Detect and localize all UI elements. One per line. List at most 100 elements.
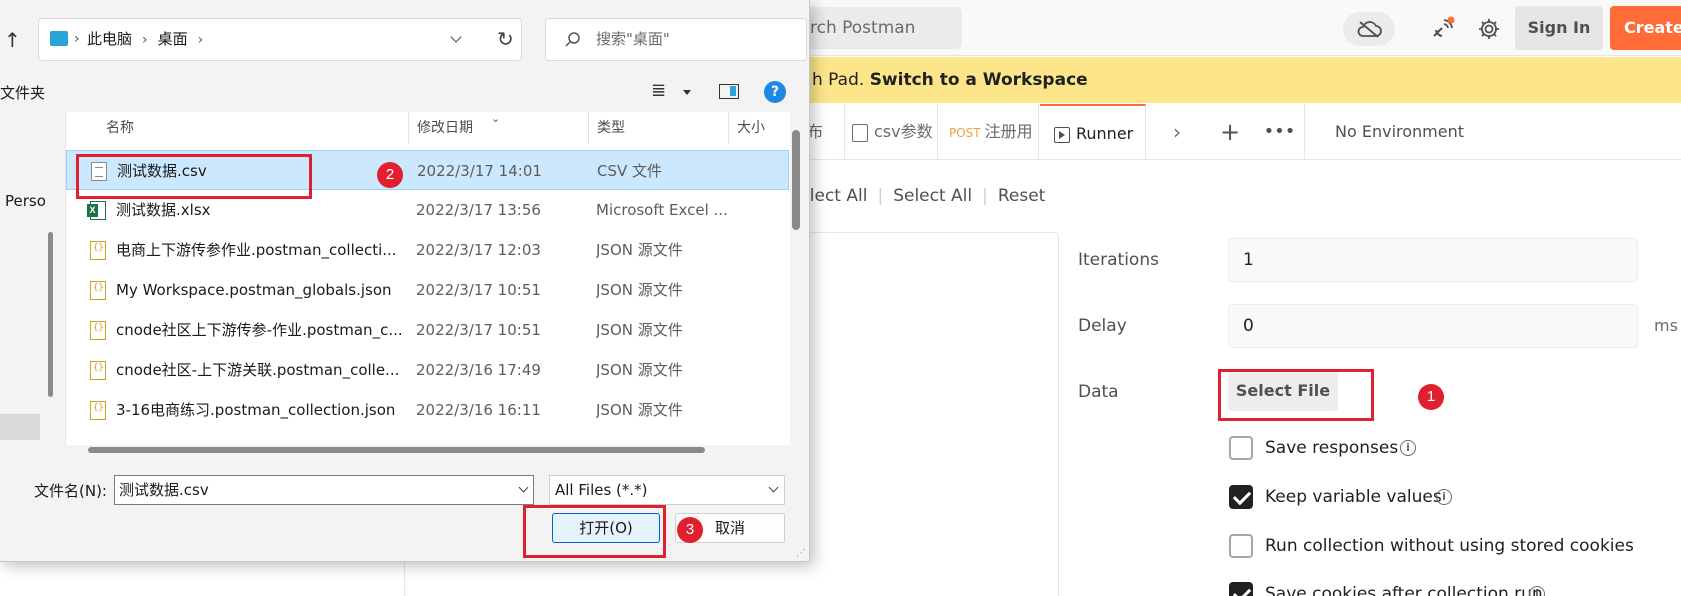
cloud-offline-icon[interactable]: [1343, 12, 1395, 46]
dialog-toolbar: 文件夹 ≣ ?: [0, 72, 809, 112]
open-file-dialog: ↑ › 此电脑 › 桌面 › ↻ 搜索"桌面" 文件夹 ≣ ? Perso 名称 修改…: [0, 0, 810, 562]
save-responses-checkbox[interactable]: [1229, 436, 1253, 460]
file-row[interactable]: cnode社区-上下游关联.postman_colle... 2022/3/16…: [66, 350, 789, 390]
iterations-input[interactable]: 1: [1228, 238, 1638, 282]
save-cookies-label: Save cookies after collection run: [1265, 584, 1543, 596]
breadcrumb-this-pc[interactable]: 此电脑: [87, 30, 132, 48]
file-row[interactable]: My Workspace.postman_globals.json 2022/3…: [66, 270, 789, 310]
this-pc-icon: [50, 31, 68, 46]
excel-file-icon: [87, 201, 106, 220]
search-placeholder: 搜索"桌面": [596, 30, 670, 48]
more-options-icon[interactable]: •••: [1255, 104, 1305, 160]
filetype-select[interactable]: All Files (*.*): [549, 475, 785, 505]
filename-input[interactable]: 测试数据.csv: [114, 475, 534, 505]
file-row[interactable]: cnode社区上下游传参-作业.postman_c... 2022/3/17 1…: [66, 310, 789, 350]
iterations-label: Iterations: [1078, 250, 1159, 270]
file-type: JSON 源文件: [596, 401, 683, 419]
reset-button[interactable]: Reset: [998, 186, 1046, 206]
view-dropdown-icon[interactable]: [683, 90, 691, 95]
keep-variable-values-label: Keep variable values: [1265, 487, 1442, 507]
resize-grip-icon[interactable]: ⋰: [796, 548, 806, 559]
select-all-button[interactable]: Select All: [893, 186, 972, 206]
tabs-next-chevron-icon[interactable]: ›: [1147, 104, 1207, 160]
nav-item-selected[interactable]: [0, 414, 40, 440]
tab-runner[interactable]: Runner: [1040, 104, 1146, 160]
switch-workspace-link[interactable]: Switch to a Workspace: [870, 70, 1088, 90]
json-file-icon: [90, 321, 106, 340]
column-header-type[interactable]: 类型: [589, 112, 729, 144]
save-responses-label: Save responses: [1265, 438, 1399, 458]
file-row[interactable]: 3-16电商练习.postman_collection.json 2022/3/…: [66, 390, 789, 430]
nav-item-personal[interactable]: Perso: [5, 192, 46, 210]
address-dropdown-icon[interactable]: [450, 31, 462, 43]
filename-label: 文件名(N):: [34, 482, 107, 500]
new-tab-plus-icon[interactable]: +: [1210, 104, 1250, 160]
file-date: 2022/3/17 12:03: [416, 241, 541, 259]
satellite-icon[interactable]: [1428, 14, 1458, 44]
sort-chevron-icon: ⌄: [491, 112, 501, 125]
file-name: My Workspace.postman_globals.json: [116, 281, 392, 299]
settings-gear-icon[interactable]: [1473, 13, 1505, 45]
nav-scrollbar[interactable]: [48, 232, 53, 397]
annotation-marker-3: 3: [677, 517, 703, 543]
environment-selector[interactable]: No Environment: [1335, 104, 1464, 160]
json-file-icon: [90, 241, 106, 260]
file-list-vertical-scrollbar[interactable]: [792, 130, 800, 230]
file-type: JSON 源文件: [596, 361, 683, 379]
refresh-icon[interactable]: ↻: [497, 27, 514, 51]
breadcrumb: 此电脑 › 桌面 ›: [87, 19, 213, 61]
help-icon[interactable]: ?: [764, 81, 786, 103]
keep-variable-values-checkbox[interactable]: [1229, 485, 1253, 509]
address-bar[interactable]: › 此电脑 › 桌面 › ↻: [38, 18, 522, 61]
create-account-button[interactable]: Create A: [1610, 6, 1681, 50]
up-arrow-icon[interactable]: ↑: [4, 28, 21, 52]
file-row[interactable]: 电商上下游传参作业.postman_collecti... 2022/3/17 …: [66, 230, 789, 270]
tab-post-register[interactable]: POST 注册用: [939, 104, 1039, 160]
breadcrumb-desktop[interactable]: 桌面: [158, 30, 188, 48]
data-label: Data: [1078, 382, 1119, 402]
no-stored-cookies-checkbox[interactable]: [1229, 534, 1253, 558]
annotation-box-open-button: [523, 505, 666, 558]
delay-label: Delay: [1078, 316, 1127, 336]
tab-label: Runner: [1076, 124, 1134, 143]
column-header-size[interactable]: 大小: [729, 112, 789, 144]
json-file-icon: [90, 361, 106, 380]
file-date: 2022/3/16 16:11: [416, 401, 541, 419]
file-list-horizontal-scrollbar[interactable]: [88, 447, 705, 453]
file-type: JSON 源文件: [596, 281, 683, 299]
file-type: JSON 源文件: [596, 241, 683, 259]
preview-pane-icon[interactable]: [719, 84, 739, 99]
info-icon[interactable]: i: [1400, 440, 1416, 456]
breadcrumb-chevron-icon: ›: [74, 31, 80, 47]
runner-icon: [1054, 126, 1070, 143]
tab-label: 注册用: [984, 122, 1033, 141]
dialog-search-input[interactable]: 搜索"桌面": [545, 18, 807, 61]
json-file-icon: [90, 401, 106, 420]
delay-input[interactable]: 0: [1228, 304, 1638, 348]
collection-icon: [852, 123, 868, 142]
file-date: 2022/3/17 10:51: [416, 321, 541, 339]
column-header-name[interactable]: 名称: [96, 112, 409, 144]
file-name: cnode社区-上下游关联.postman_colle...: [116, 361, 400, 379]
file-date: 2022/3/16 17:49: [416, 361, 541, 379]
tab-partial[interactable]: 布: [805, 104, 845, 160]
banner-text: h Pad.: [812, 70, 870, 90]
sign-in-button[interactable]: Sign In: [1515, 6, 1603, 50]
file-date: 2022/3/17 13:56: [416, 201, 541, 219]
view-menu-icon[interactable]: ≣: [651, 80, 666, 101]
info-icon[interactable]: i: [1529, 586, 1545, 596]
breadcrumb-chevron-icon: ›: [197, 32, 204, 48]
info-icon[interactable]: i: [1436, 489, 1452, 505]
json-file-icon: [90, 281, 106, 300]
tab-csv-params[interactable]: csv参数: [846, 104, 938, 160]
file-name: 3-16电商练习.postman_collection.json: [116, 401, 396, 419]
tab-label: csv参数: [874, 122, 933, 141]
http-method-badge: POST: [949, 126, 981, 140]
annotation-box-select-file: [1218, 369, 1374, 421]
file-type: Microsoft Excel ...: [596, 201, 728, 219]
file-date: 2022/3/17 10:51: [416, 281, 541, 299]
save-cookies-checkbox[interactable]: [1229, 582, 1253, 596]
search-icon: [565, 32, 580, 47]
new-folder-button[interactable]: 文件夹: [0, 82, 45, 103]
annotation-marker-1: 1: [1418, 384, 1444, 410]
